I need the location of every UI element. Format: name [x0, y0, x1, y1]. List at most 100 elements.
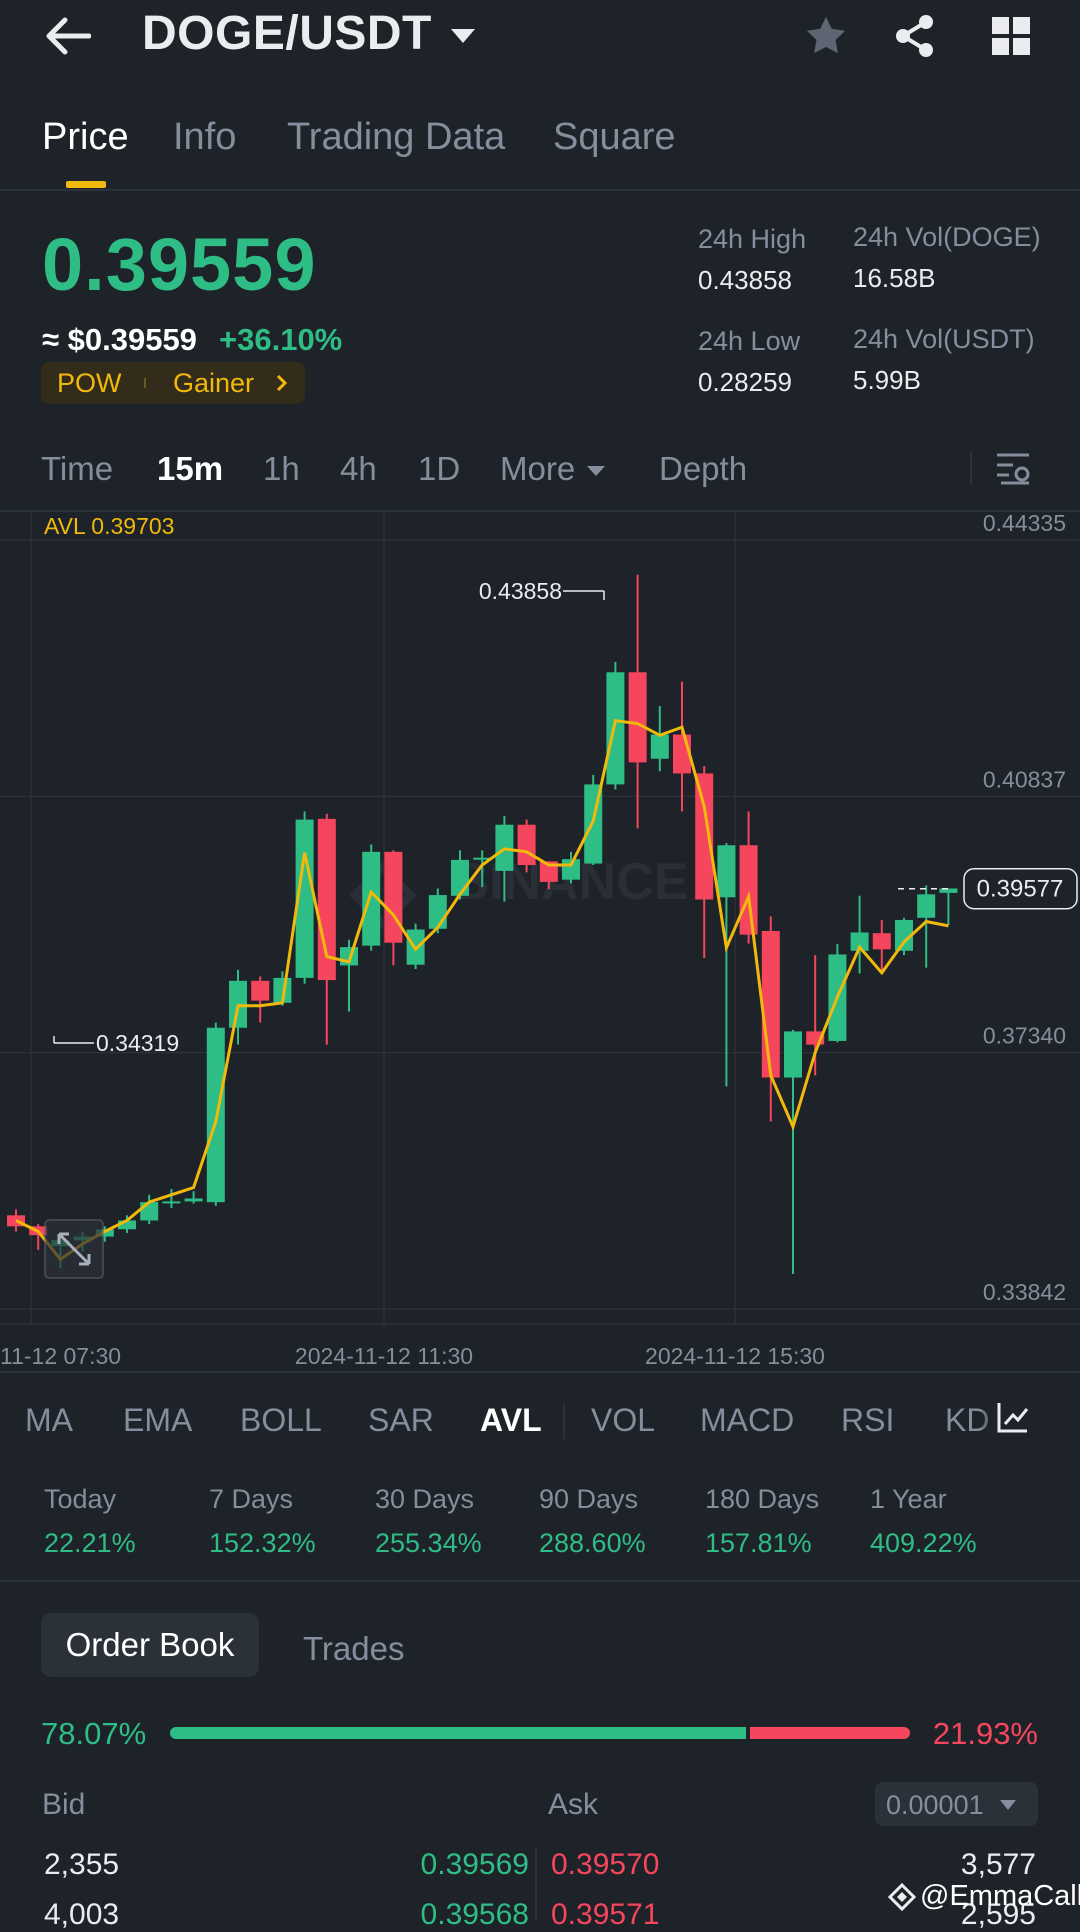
ask-column-label: Ask [548, 1788, 599, 1821]
indicator-sar[interactable]: SAR [368, 1402, 434, 1439]
tag-gainer[interactable]: Gainer [173, 368, 254, 399]
tab-square[interactable]: Square [553, 116, 676, 159]
tab-price[interactable]: Price [42, 116, 129, 159]
candle-body [428, 895, 447, 929]
interval-1d[interactable]: 1D [418, 450, 460, 488]
interval-more[interactable]: More [500, 450, 575, 488]
perf-30d-value: 255.34% [375, 1528, 482, 1558]
tab-info[interactable]: Info [173, 116, 236, 159]
divider [0, 189, 1080, 191]
candle-body [606, 672, 625, 785]
indicator-ma[interactable]: MA [25, 1402, 73, 1439]
chevron-down-icon [999, 1798, 1017, 1816]
chart-grid [0, 512, 1080, 1325]
tag-bar[interactable]: POW Gainer [41, 362, 305, 404]
interval-time[interactable]: Time [41, 450, 113, 488]
tag-pow[interactable]: POW [57, 368, 122, 399]
vol-usdt-label: 24h Vol(USDT) [853, 324, 1035, 354]
ask-price[interactable]: 0.39570 [551, 1848, 659, 1882]
top-bar: DOGE/USDT [0, 0, 1080, 80]
candle [695, 766, 714, 959]
ask-ratio-fill [749, 1727, 910, 1739]
divider [970, 451, 972, 485]
candle-body [872, 933, 891, 950]
tag-separator [144, 378, 146, 388]
candle-body [184, 1198, 203, 1202]
indicator-avl[interactable]: AVL [480, 1402, 542, 1439]
divider [0, 1371, 1080, 1373]
ask-qty: 3,577 [960, 1848, 1036, 1881]
interval-depth[interactable]: Depth [659, 450, 747, 488]
current-price-label: 0.39577 [977, 876, 1064, 903]
user-watermark: @EmmaCalls [920, 1880, 1080, 1912]
interval-4h[interactable]: 4h [340, 450, 377, 488]
divider [0, 1580, 1080, 1582]
avl-label: AVL 0.39703 [44, 513, 174, 539]
candle-body [517, 824, 536, 866]
indicator-vol[interactable]: VOL [591, 1402, 655, 1439]
candle [184, 1191, 203, 1204]
grid-icon[interactable] [983, 8, 1039, 64]
x-axis-tick-label: 2024-11-12 15:30 [645, 1343, 825, 1369]
candle-body [162, 1201, 181, 1204]
x-axis-tick-label: 2024-11-12 11:30 [295, 1343, 473, 1369]
perf-180d-label: 180 Days [705, 1484, 820, 1514]
bid-percentage: 78.07% [41, 1716, 147, 1751]
precision-select[interactable]: 0.00001 [875, 1782, 1038, 1826]
divider [563, 1403, 565, 1439]
x-axis-tick-label: 11-12 07:30 [0, 1343, 121, 1369]
candle-body [761, 930, 780, 1078]
perf-today-value: 22.21% [44, 1528, 136, 1558]
candle-body [717, 845, 736, 898]
tab-order-book[interactable]: Order Book [41, 1613, 259, 1677]
pair-title[interactable]: DOGE/USDT [142, 6, 432, 61]
tab-trading-data[interactable]: Trading Data [287, 116, 505, 159]
indicator-rsi[interactable]: RSI [841, 1402, 894, 1439]
perf-90d-label: 90 Days [539, 1484, 639, 1514]
star-icon[interactable] [798, 8, 854, 64]
candle [406, 923, 425, 970]
active-tab-indicator [66, 181, 106, 188]
bid-column-label: Bid [42, 1788, 86, 1821]
candle-body [384, 851, 403, 943]
candle-body [140, 1202, 159, 1221]
low-label: 24h Low [698, 326, 801, 356]
interval-1h[interactable]: 1h [263, 450, 300, 488]
dropdown-caret-icon[interactable] [435, 8, 491, 64]
max-price-label: 0.43858 [479, 578, 562, 604]
binance-square-icon [887, 1882, 917, 1916]
share-icon[interactable] [887, 8, 943, 64]
bid-price[interactable]: 0.39568 [421, 1898, 529, 1932]
indicator-ema[interactable]: EMA [123, 1402, 192, 1439]
candle-body [784, 1031, 802, 1078]
perf-7d-value: 152.32% [209, 1528, 316, 1558]
y-axis-tick-label: 0.33842 [983, 1279, 1066, 1305]
candle [739, 811, 758, 944]
candle-body [628, 672, 647, 763]
chart-settings-icon[interactable] [995, 450, 1031, 491]
bid-price[interactable]: 0.39569 [421, 1848, 529, 1882]
interval-15m[interactable]: 15m [157, 450, 223, 488]
perf-1y-label: 1 Year [870, 1484, 947, 1514]
chevron-right-icon [275, 368, 289, 405]
perf-90d-value: 288.60% [539, 1528, 646, 1558]
tab-trades[interactable]: Trades [303, 1630, 404, 1668]
perf-7d-label: 7 Days [209, 1484, 294, 1514]
candle-body [739, 845, 758, 935]
indicator-macd[interactable]: MACD [700, 1402, 794, 1439]
candle [7, 1209, 25, 1232]
indicator-settings-icon[interactable] [996, 1400, 1030, 1439]
y-axis-tick-label: 0.40837 [983, 766, 1066, 792]
high-label: 24h High [698, 224, 807, 254]
back-arrow-icon[interactable] [40, 8, 96, 64]
more-caret-icon[interactable] [586, 464, 606, 482]
vol-usdt-value: 5.99B [853, 365, 921, 395]
indicator-boll[interactable]: BOLL [240, 1402, 322, 1439]
price-change: +36.10% [219, 322, 343, 357]
ask-percentage: 21.93% [932, 1716, 1038, 1751]
candle-body [917, 894, 936, 918]
expand-chart-icon [44, 1219, 104, 1279]
ask-price[interactable]: 0.39571 [551, 1898, 659, 1932]
price-chart[interactable]: BINANCE 0.443350.408370.373400.33842 11-… [0, 512, 1080, 1372]
perf-today-label: Today [44, 1484, 117, 1514]
